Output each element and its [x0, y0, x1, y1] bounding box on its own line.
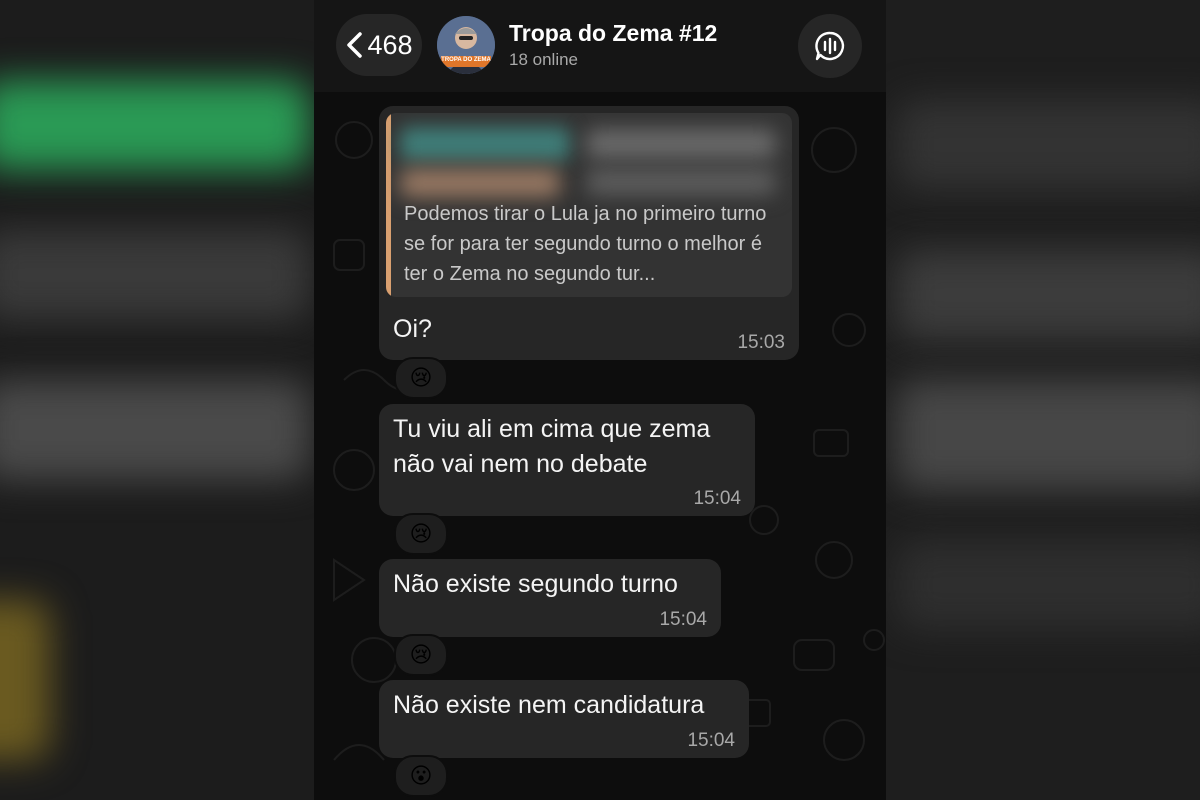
voice-chat-button[interactable] — [798, 14, 862, 78]
message-time: 15:04 — [693, 488, 741, 509]
unread-count: 468 — [367, 29, 413, 60]
quoted-text: Podemos tirar o Lula ja no primeiro turn… — [404, 203, 767, 285]
message-text-line: Tu viu ali em cima que zema — [393, 415, 711, 443]
voice-chat-icon — [815, 31, 845, 61]
reaction-badge[interactable]: 😮 — [394, 755, 448, 797]
quoted-message[interactable]: Podemos tirar o Lula ja no primeiro turn… — [386, 113, 792, 297]
crying-face-emoji: 😢 — [409, 365, 433, 390]
blurred-backdrop-right — [886, 0, 1200, 800]
message-text: Não existe nem candidatura — [393, 691, 705, 719]
screenshot-stage: 468 TROPA DO ZEMA Tropa do Zema #12 18 o… — [0, 0, 1200, 800]
crying-face-emoji: 😢 — [409, 642, 433, 667]
message-text-line: não vai nem no debate — [393, 450, 648, 478]
back-button[interactable]: 468 — [336, 14, 422, 76]
message-text: Oi? — [393, 315, 432, 343]
reaction-badge[interactable]: 😢 — [394, 634, 448, 676]
group-avatar[interactable]: TROPA DO ZEMA — [437, 16, 495, 74]
blurred-sender — [400, 127, 570, 161]
message-bubble[interactable]: Podemos tirar o Lula ja no primeiro turn… — [379, 106, 799, 360]
message-time: 15:04 — [659, 609, 707, 630]
message-time: 15:04 — [687, 730, 735, 751]
blurred-backdrop-left — [0, 0, 314, 800]
reaction-badge[interactable]: 😢 — [394, 357, 448, 399]
message-time: 15:03 — [737, 332, 785, 353]
message-bubble[interactable]: Tu viu ali em cima que zema não vai nem … — [379, 404, 755, 516]
chevron-left-icon — [347, 32, 363, 58]
avatar-caption: TROPA DO ZEMA — [441, 57, 491, 63]
surprised-face-emoji: 😮 — [409, 763, 433, 788]
quote-accent-bar — [386, 113, 391, 297]
blurred-preview — [586, 129, 776, 159]
chat-header: 468 TROPA DO ZEMA Tropa do Zema #12 18 o… — [314, 0, 886, 92]
person-photo-icon — [437, 16, 495, 74]
blurred-preview — [586, 169, 776, 195]
message-text: Não existe segundo turno — [393, 570, 678, 598]
online-count: 18 online — [509, 50, 579, 69]
crying-face-emoji: 😢 — [409, 521, 433, 546]
chat-screen: 468 TROPA DO ZEMA Tropa do Zema #12 18 o… — [314, 0, 886, 800]
message-bubble[interactable]: Não existe nem candidatura 15:04 — [379, 680, 749, 758]
blurred-preview — [400, 169, 560, 197]
chat-title[interactable]: Tropa do Zema #12 — [509, 20, 717, 47]
message-bubble[interactable]: Não existe segundo turno 15:04 — [379, 559, 721, 637]
reaction-badge[interactable]: 😢 — [394, 513, 448, 555]
